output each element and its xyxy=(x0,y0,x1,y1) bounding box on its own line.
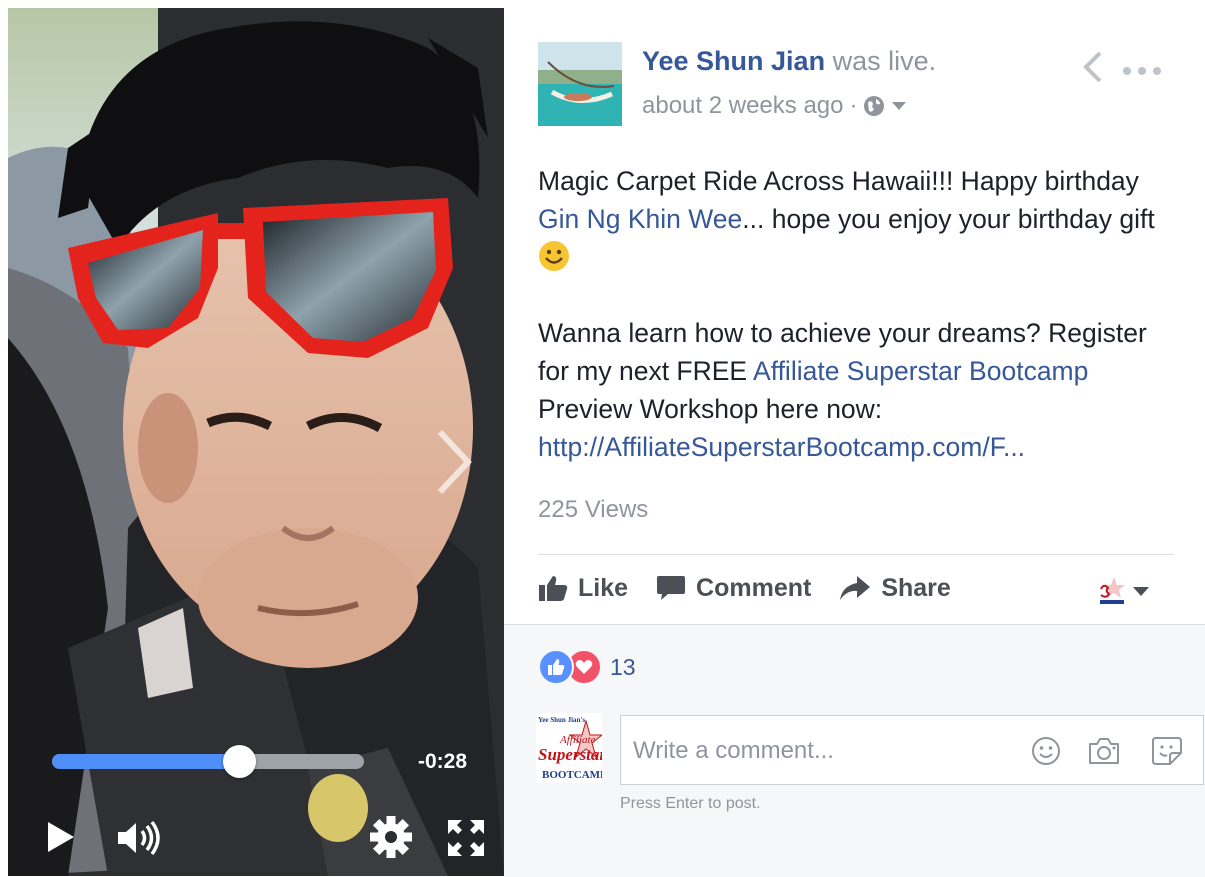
event-link[interactable]: Affiliate Superstar Bootcamp xyxy=(753,356,1088,386)
play-icon[interactable] xyxy=(46,820,76,854)
like-button[interactable]: Like xyxy=(538,574,628,603)
post-message: Magic Carpet Ride Across Hawaii!!! Happy… xyxy=(538,162,1158,466)
commenter-page-avatar: Yee Shun Jian's Affiliate Superstar BOOT… xyxy=(536,713,602,783)
share-button[interactable]: Share xyxy=(839,573,951,603)
sticker-icon[interactable] xyxy=(1151,736,1183,766)
post-paragraph: Magic Carpet Ride Across Hawaii!!! Happy… xyxy=(538,162,1158,276)
page-selector-avatar[interactable] xyxy=(1098,576,1126,606)
back-chevron-icon[interactable] xyxy=(1082,50,1104,84)
author-name[interactable]: Yee Shun Jian xyxy=(642,46,825,76)
video-progress-handle[interactable] xyxy=(223,745,257,778)
like-reaction-icon xyxy=(538,649,574,685)
video-frame xyxy=(8,8,504,876)
meta-separator: · xyxy=(849,92,858,119)
post-action: was live. xyxy=(832,46,937,76)
post-timestamp[interactable]: about 2 weeks ago xyxy=(642,92,843,120)
action-bar: Like Comment Share xyxy=(538,570,979,606)
fullscreen-icon[interactable] xyxy=(446,818,486,858)
reactions-summary[interactable]: 13 xyxy=(538,649,636,685)
gear-icon[interactable] xyxy=(368,814,414,860)
logo-text: BOOTCAMP xyxy=(542,769,602,781)
globe-icon[interactable] xyxy=(863,95,885,117)
divider xyxy=(538,554,1174,555)
page-selector-caret-icon[interactable] xyxy=(1132,586,1150,597)
comment-composer[interactable] xyxy=(620,715,1204,786)
emoji-picker-icon[interactable] xyxy=(1031,736,1061,766)
post-text-span: Preview Workshop here now: xyxy=(538,394,883,424)
logo-text: Yee Shun Jian's xyxy=(538,716,585,724)
tagged-user-link[interactable]: Gin Ng Khin Wee xyxy=(538,204,742,234)
logo-text: Superstar xyxy=(538,745,602,764)
share-icon xyxy=(840,576,871,600)
smiley-emoji-icon xyxy=(539,241,569,271)
video-player[interactable]: -0:28 xyxy=(8,8,504,876)
post-panel: Yee Shun Jian was live. about 2 weeks ag… xyxy=(504,8,1205,877)
url-link[interactable]: http://AffiliateSuperstarBootcamp.com/F.… xyxy=(538,432,1025,462)
like-label: Like xyxy=(578,573,629,602)
post-text-span: Magic Carpet Ride Across Hawaii!!! Happy… xyxy=(538,166,1139,196)
post-text-span: ... hope you enjoy your birthday gift xyxy=(742,204,1155,234)
video-progress-fill xyxy=(52,754,240,769)
thumbs-up-icon xyxy=(539,576,568,601)
post-meta: about 2 weeks ago · xyxy=(642,92,907,120)
feedback-section: 13 Yee Shun Jian's Affiliate Superstar B… xyxy=(504,624,1205,877)
view-count: 225 Views xyxy=(538,496,649,523)
time-remaining: -0:28 xyxy=(418,750,468,773)
comment-icon xyxy=(657,576,686,600)
post-header: Yee Shun Jian was live. xyxy=(642,46,936,77)
author-avatar[interactable] xyxy=(538,42,622,126)
camera-icon[interactable] xyxy=(1087,736,1121,766)
comment-hint: Press Enter to post. xyxy=(620,795,761,812)
video-progress-bar[interactable] xyxy=(52,745,364,778)
volume-icon[interactable] xyxy=(116,820,162,856)
more-options-icon[interactable] xyxy=(1122,66,1162,76)
post-paragraph: Wanna learn how to achieve your dreams? … xyxy=(538,314,1158,466)
reaction-count[interactable]: 13 xyxy=(610,654,636,681)
share-label: Share xyxy=(881,573,951,602)
comment-button[interactable]: Comment xyxy=(656,574,811,603)
next-video-chevron-icon[interactable] xyxy=(434,428,474,496)
privacy-dropdown-caret-icon[interactable] xyxy=(891,101,907,111)
comment-label: Comment xyxy=(696,573,812,602)
comment-input[interactable] xyxy=(631,716,1015,786)
